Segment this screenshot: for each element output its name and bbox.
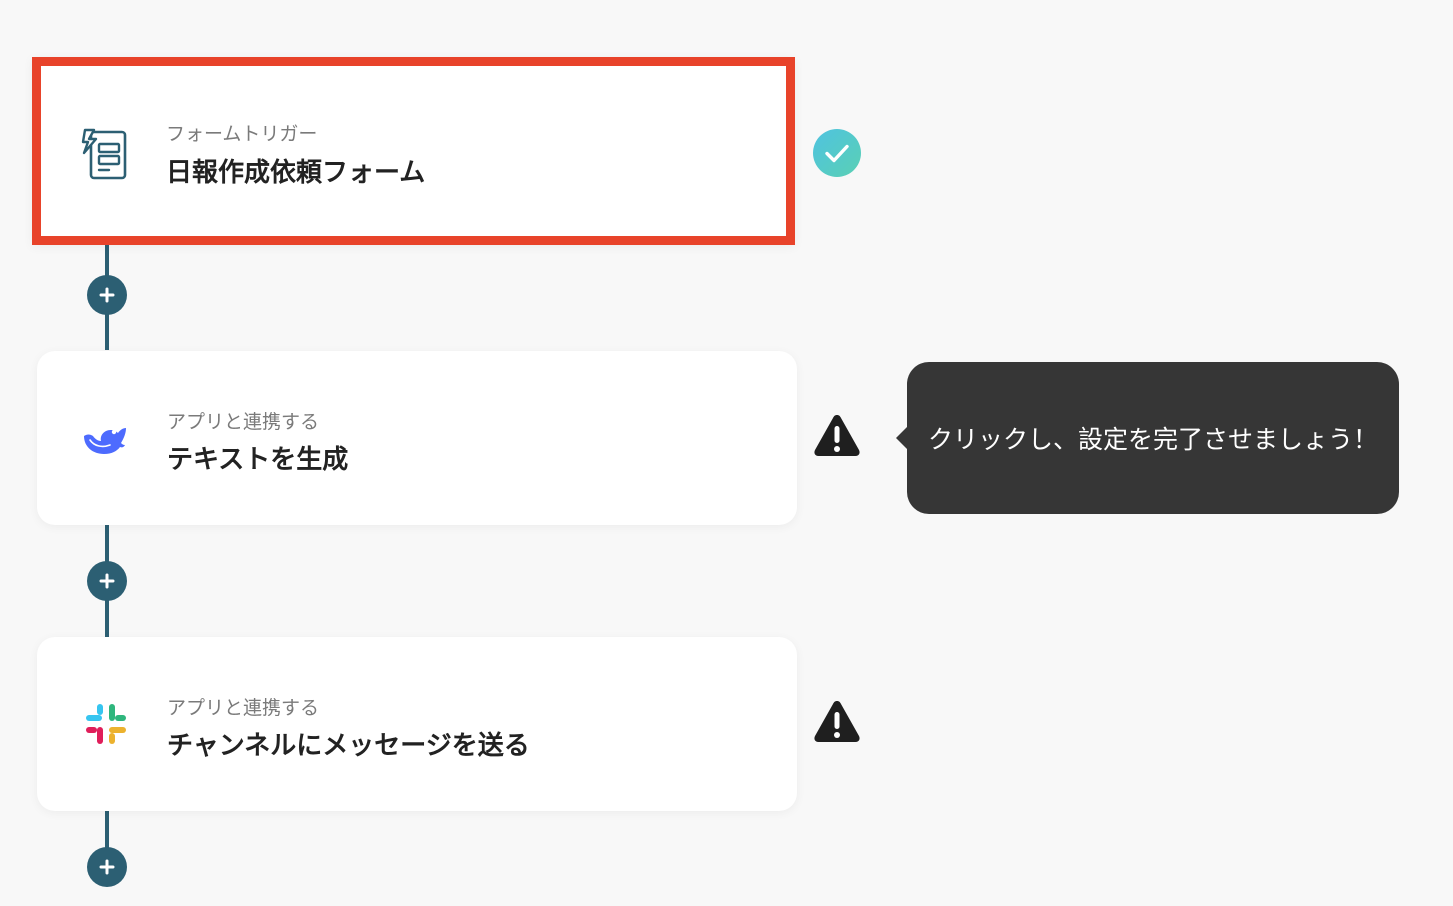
plus-icon <box>99 573 115 589</box>
step-card-form-trigger[interactable]: フォームトリガー 日報作成依頼フォーム <box>32 57 795 245</box>
step-title: チャンネルにメッセージを送る <box>167 731 530 761</box>
warning-icon <box>814 415 860 456</box>
slack-icon <box>79 697 133 751</box>
plus-icon <box>99 287 115 303</box>
deepseek-whale-icon <box>79 411 133 465</box>
step-card-generate-text[interactable]: アプリと連携する テキストを生成 <box>37 351 797 525</box>
add-step-button[interactable] <box>87 275 127 315</box>
step-title: 日報作成依頼フォーム <box>166 158 426 188</box>
status-warning[interactable] <box>812 696 862 746</box>
step-kind-label: フォームトリガー <box>166 123 318 145</box>
warning-icon <box>814 701 860 742</box>
add-step-button[interactable] <box>87 561 127 601</box>
tooltip-text: クリックし、設定を完了させましょう！ <box>927 425 1378 454</box>
form-trigger-icon <box>78 127 132 181</box>
add-step-button[interactable] <box>87 847 127 887</box>
status-warning[interactable] <box>812 410 862 460</box>
status-complete <box>812 128 862 178</box>
check-circle-icon <box>813 129 861 177</box>
flow-canvas: フォームトリガー 日報作成依頼フォーム アプリと連携する テキストを生成 アプリ… <box>0 0 1453 906</box>
step-card-send-message[interactable]: アプリと連携する チャンネルにメッセージを送る <box>37 637 797 811</box>
hint-tooltip: クリックし、設定を完了させましょう！ <box>896 362 1399 514</box>
step-kind-label: アプリと連携する <box>167 697 320 719</box>
step-kind-label: アプリと連携する <box>167 411 320 433</box>
plus-icon <box>99 859 115 875</box>
step-title: テキストを生成 <box>167 445 349 475</box>
